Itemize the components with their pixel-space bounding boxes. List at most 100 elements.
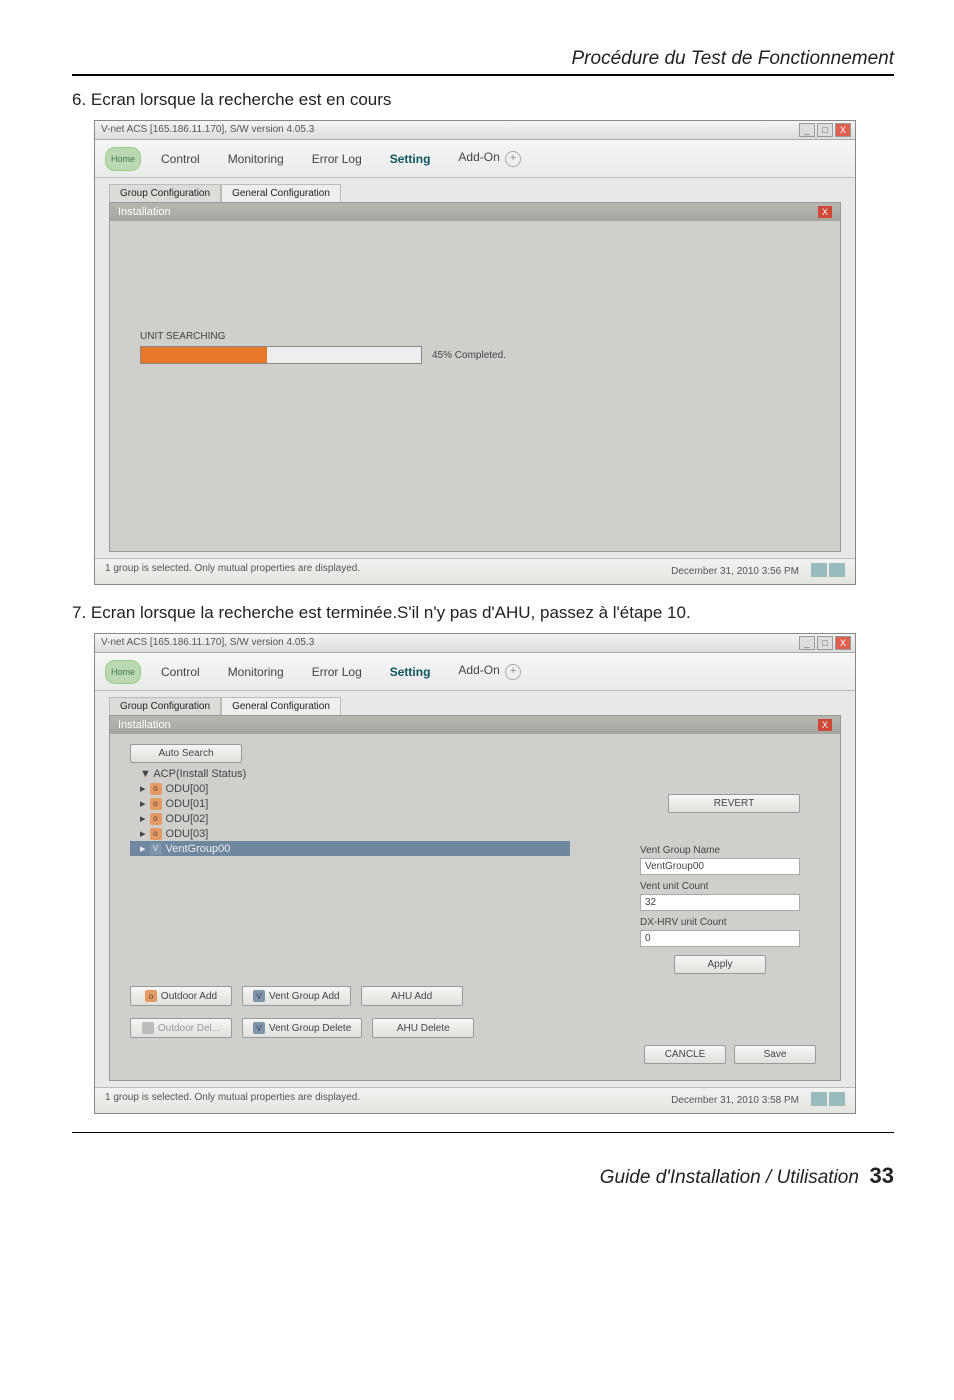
tree-item-label: ODU[03] [166, 828, 209, 840]
window-titlebar: V-net ACS [165.186.11.170], S/W version … [95, 121, 855, 140]
main-nav: Home Control Monitoring Error Log Settin… [95, 653, 855, 691]
vent-group-delete-button[interactable]: VVent Group Delete [242, 1018, 362, 1038]
status-timestamp: December 31, 2010 3:58 PM [671, 1095, 799, 1106]
screenshot-1: V-net ACS [165.186.11.170], S/W version … [94, 120, 856, 585]
nav-addon[interactable]: Add-On + [444, 659, 535, 684]
save-button[interactable]: Save [734, 1045, 816, 1064]
footer-rule [72, 1132, 894, 1133]
progress-fill [141, 347, 267, 363]
delete-button-row: Outdoor Del... VVent Group Delete AHU De… [130, 1018, 570, 1038]
vent-icon: V [253, 990, 265, 1002]
cancel-button[interactable]: CANCLE [644, 1045, 726, 1064]
tree-item-ventgroup00[interactable]: ▸VVentGroup00 [130, 841, 570, 856]
maximize-button[interactable]: □ [817, 123, 833, 137]
window-titlebar: V-net ACS [165.186.11.170], S/W version … [95, 634, 855, 653]
nav-control[interactable]: Control [147, 148, 214, 170]
window-buttons: _ □ X [799, 123, 851, 137]
panel-titlebar: Installation X [110, 203, 840, 221]
ventgroup-name-label: Vent Group Name [640, 845, 800, 856]
window-title: V-net ACS [165.186.11.170], S/W version … [101, 634, 314, 652]
outdoor-delete-button[interactable]: Outdoor Del... [130, 1018, 232, 1038]
progress-bar [140, 346, 422, 364]
tray-icon[interactable] [811, 563, 827, 577]
auto-search-button[interactable]: Auto Search [130, 744, 242, 763]
home-button[interactable]: Home [105, 660, 141, 684]
tree-item-odu03[interactable]: ▸oODU[03] [130, 826, 570, 841]
step-6-text: 6. Ecran lorsque la recherche est en cou… [72, 90, 894, 110]
installation-panel: Installation X UNIT SEARCHING 45% Comple… [109, 202, 841, 552]
tree-item-label: ODU[00] [166, 783, 209, 795]
tree-item-odu01[interactable]: ▸oODU[01] [130, 796, 570, 811]
ahu-add-button[interactable]: AHU Add [361, 986, 463, 1006]
tree-item-label: ODU[02] [166, 813, 209, 825]
tree-item-label: VentGroup00 [166, 843, 231, 855]
tab-general-config[interactable]: General Configuration [221, 184, 341, 202]
dxhrv-count-field[interactable]: 0 [640, 930, 800, 947]
tray-icons [809, 1092, 845, 1109]
screenshot-2: V-net ACS [165.186.11.170], S/W version … [94, 633, 856, 1114]
nav-errorlog[interactable]: Error Log [298, 661, 376, 683]
revert-button[interactable]: REVERT [668, 794, 800, 813]
tree-root[interactable]: ▼ ACP(Install Status) [130, 767, 570, 781]
close-window-button[interactable]: X [835, 636, 851, 650]
nav-setting[interactable]: Setting [376, 148, 445, 170]
main-nav: Home Control Monitoring Error Log Settin… [95, 140, 855, 178]
addon-plus-icon[interactable]: + [505, 151, 521, 167]
config-tabs: Group Configuration General Configuratio… [109, 184, 855, 202]
installation-panel: Installation X Auto Search ▼ ACP(Install… [109, 715, 841, 1081]
page-footer: Guide d'Installation / Utilisation 33 [72, 1163, 894, 1189]
panel-title: Installation [118, 206, 171, 218]
ahu-delete-button[interactable]: AHU Delete [372, 1018, 474, 1038]
home-button[interactable]: Home [105, 147, 141, 171]
close-panel-button[interactable]: X [818, 719, 832, 731]
apply-button[interactable]: Apply [674, 955, 766, 974]
step-7-text: 7. Ecran lorsque la recherche est termin… [72, 603, 894, 623]
nav-addon[interactable]: Add-On + [444, 146, 535, 171]
vent-icon: V [150, 843, 162, 855]
tree-item-label: ODU[01] [166, 798, 209, 810]
minimize-button[interactable]: _ [799, 123, 815, 137]
progress-row: 45% Completed. [140, 346, 810, 364]
odu-icon: o [150, 783, 162, 795]
close-window-button[interactable]: X [835, 123, 851, 137]
tree-item-odu00[interactable]: ▸oODU[00] [130, 781, 570, 796]
status-bar: 1 group is selected. Only mutual propert… [95, 558, 855, 584]
device-tree: ▼ ACP(Install Status) ▸oODU[00] ▸oODU[01… [130, 767, 570, 856]
panel-titlebar: Installation X [110, 716, 840, 734]
vent-group-add-button[interactable]: VVent Group Add [242, 986, 351, 1006]
tray-icon[interactable] [811, 1092, 827, 1106]
addon-plus-icon[interactable]: + [505, 664, 521, 680]
panel-title: Installation [118, 719, 171, 731]
minimize-button[interactable]: _ [799, 636, 815, 650]
nav-control[interactable]: Control [147, 661, 214, 683]
vent-count-label: Vent unit Count [640, 881, 800, 892]
footer-guide-text: Guide d'Installation / Utilisation [600, 1167, 859, 1188]
vent-count-field[interactable]: 32 [640, 894, 800, 911]
nav-setting[interactable]: Setting [376, 661, 445, 683]
nav-monitoring[interactable]: Monitoring [214, 148, 298, 170]
tab-group-config[interactable]: Group Configuration [109, 697, 221, 715]
window-title: V-net ACS [165.186.11.170], S/W version … [101, 121, 314, 139]
tray-icon[interactable] [829, 563, 845, 577]
nav-monitoring[interactable]: Monitoring [214, 661, 298, 683]
close-panel-button[interactable]: X [818, 206, 832, 218]
add-button-row: oOutdoor Add VVent Group Add AHU Add [130, 986, 570, 1006]
properties-panel: REVERT Vent Group Name VentGroup00 Vent … [640, 794, 800, 974]
save-cancel-row: CANCLE Save [644, 1045, 816, 1064]
tree-item-odu02[interactable]: ▸oODU[02] [130, 811, 570, 826]
tray-icons [809, 563, 845, 580]
nav-errorlog[interactable]: Error Log [298, 148, 376, 170]
left-column: Auto Search ▼ ACP(Install Status) ▸oODU[… [130, 744, 570, 1064]
maximize-button[interactable]: □ [817, 636, 833, 650]
tab-group-config[interactable]: Group Configuration [109, 184, 221, 202]
tray-icon[interactable] [829, 1092, 845, 1106]
tab-general-config[interactable]: General Configuration [221, 697, 341, 715]
ventgroup-name-field[interactable]: VentGroup00 [640, 858, 800, 875]
panel-body: Auto Search ▼ ACP(Install Status) ▸oODU[… [110, 734, 840, 1080]
outdoor-add-button[interactable]: oOutdoor Add [130, 986, 232, 1006]
nav-addon-label: Add-On [458, 663, 499, 677]
odu-icon: o [150, 798, 162, 810]
progress-text: 45% Completed. [432, 350, 506, 361]
status-bar: 1 group is selected. Only mutual propert… [95, 1087, 855, 1113]
window-buttons: _ □ X [799, 636, 851, 650]
